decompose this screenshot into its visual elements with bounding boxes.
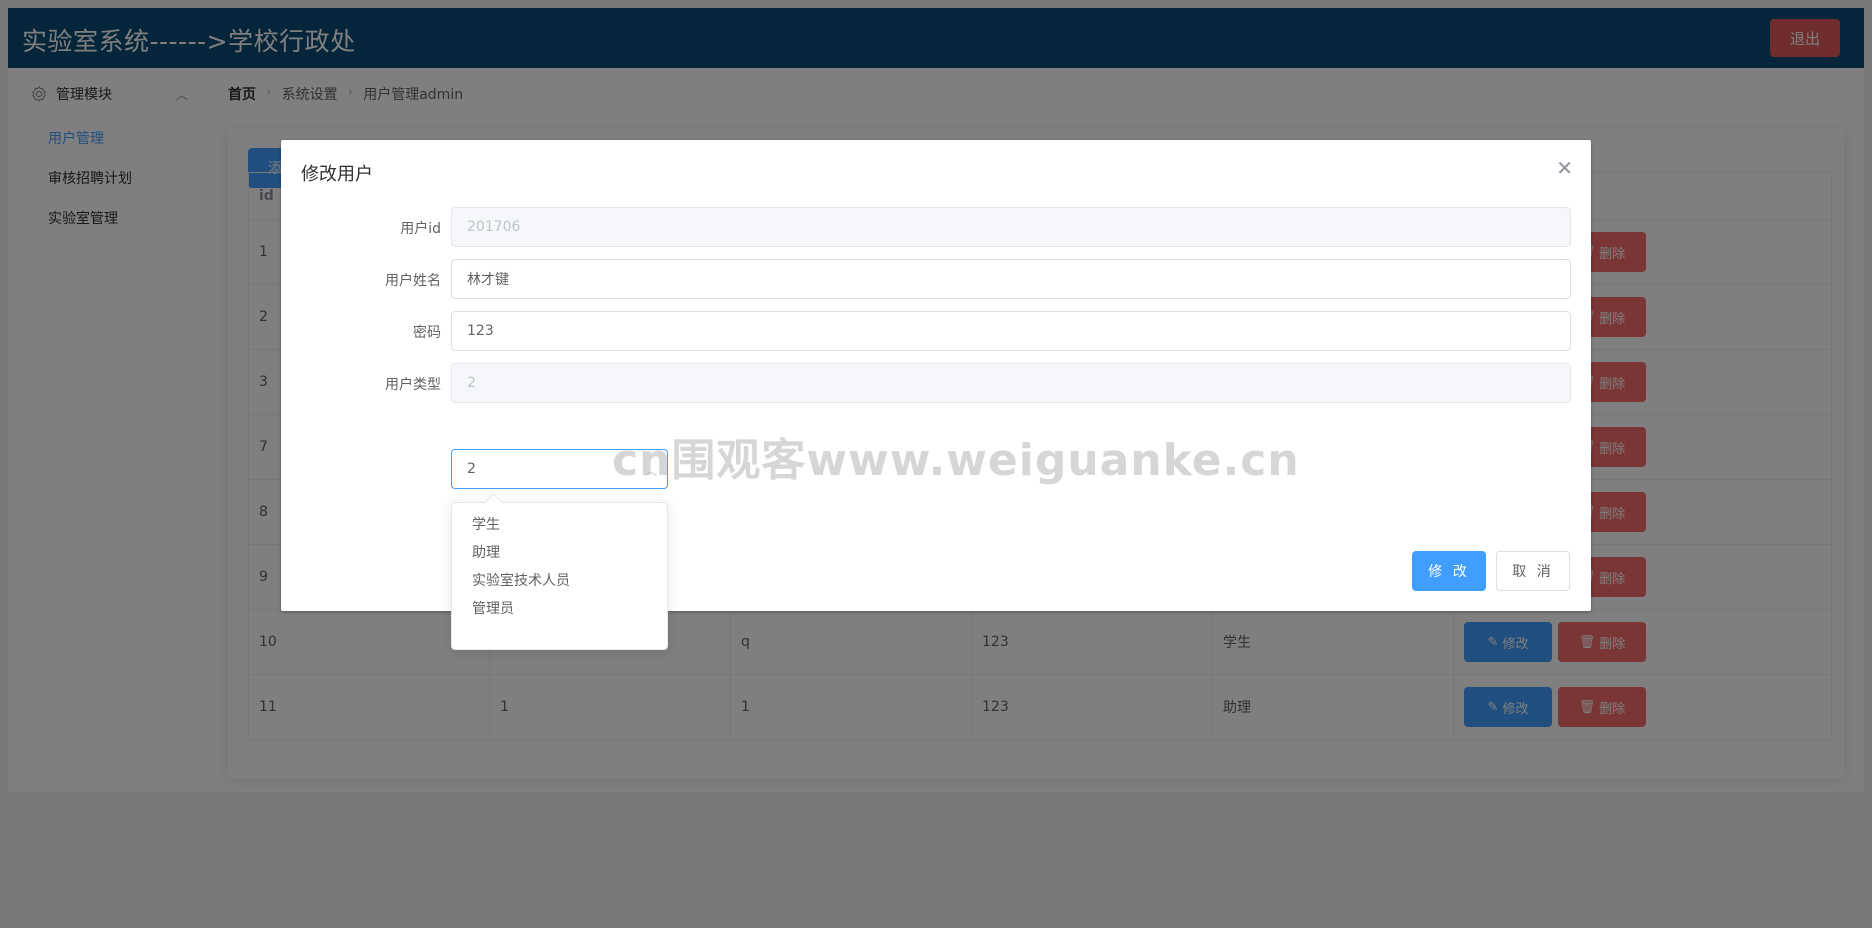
user-type-label: 用户类型 [385,377,441,393]
password-field[interactable]: 123 [451,311,1571,351]
user-id-field: 201706 [451,207,1571,247]
dialog-title: 修改用户 [301,164,373,185]
user-name-label: 用户姓名 [385,273,441,289]
select-value: 2 [467,461,476,477]
watermark-text: cn围观客www.weiguanke.cn [612,435,1300,486]
confirm-edit-button[interactable]: 修 改 [1412,551,1486,591]
user-name-field[interactable]: 林才键 [451,259,1571,299]
cancel-button[interactable]: 取 消 [1496,551,1570,591]
option-admin[interactable]: 管理员 [472,598,514,618]
user-id-label: 用户id [400,221,441,237]
user-type-field: 2 [451,363,1571,403]
option-student[interactable]: 学生 [472,514,500,534]
password-label: 密码 [413,325,441,341]
option-assistant[interactable]: 助理 [472,542,500,562]
close-icon[interactable]: ✕ [1556,156,1573,180]
option-lab-technician[interactable]: 实验室技术人员 [472,570,570,590]
user-type-dropdown: 学生 助理 实验室技术人员 管理员 [451,493,668,650]
